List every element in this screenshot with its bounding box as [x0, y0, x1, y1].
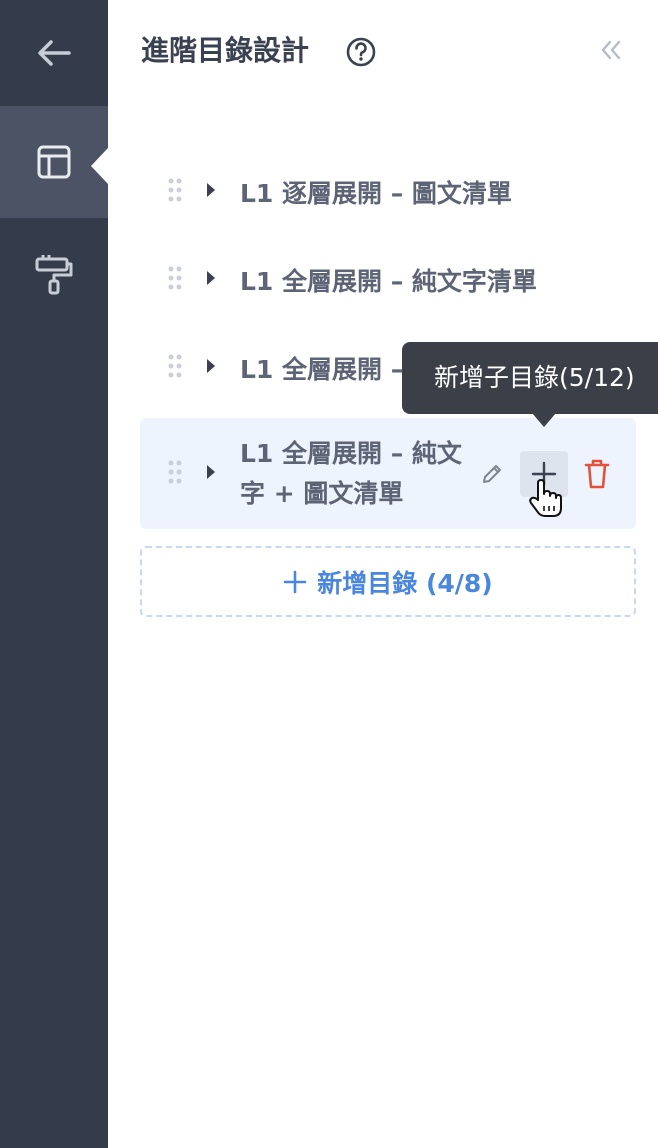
plus-icon [283, 570, 307, 594]
directory-item[interactable]: L1 全層展開 – 純文字清單 [140, 256, 636, 304]
directory-item[interactable]: L1 逐層展開 – 圖文清單 [140, 168, 636, 216]
pencil-icon[interactable] [480, 462, 504, 490]
question-circle-icon[interactable] [346, 37, 376, 71]
layout-icon [37, 145, 71, 179]
hand-cursor-icon [528, 478, 562, 522]
tooltip: 新增子目錄(5/12) [402, 342, 658, 414]
sidebar [0, 0, 108, 1148]
arrow-left-icon [38, 40, 71, 66]
back-button[interactable] [0, 0, 108, 106]
page-title: 進階目錄設計 [141, 34, 310, 67]
directory-label: L1 全層展開 – 純文字清單 [240, 267, 537, 296]
drag-handle-icon[interactable] [168, 354, 182, 382]
add-directory-button[interactable]: 新增目錄 (4/8) [140, 546, 636, 617]
caret-right-icon[interactable] [205, 358, 217, 378]
directory-panel: 進階目錄設計 L1 逐層展開 – 圖文清單 L1 全層展開 – 純文字清單 L1… [108, 0, 658, 1148]
trash-icon[interactable] [583, 458, 611, 494]
directory-label: L1 逐層展開 – 圖文清單 [240, 179, 512, 208]
directory-label: L1 全層展開 – 純文字 + 圖文清單 [240, 439, 462, 508]
paint-roller-icon [35, 255, 73, 295]
directory-item-active[interactable]: L1 全層展開 – 純文字 + 圖文清單 [140, 418, 636, 529]
caret-right-icon[interactable] [205, 182, 217, 202]
style-tab[interactable] [0, 218, 108, 330]
active-indicator [91, 148, 108, 184]
double-chevron-left-icon[interactable] [600, 38, 622, 66]
caret-right-icon[interactable] [205, 464, 217, 484]
caret-right-icon[interactable] [205, 270, 217, 290]
drag-handle-icon[interactable] [168, 178, 182, 206]
drag-handle-icon[interactable] [168, 266, 182, 294]
tooltip-arrow [532, 413, 556, 427]
drag-handle-icon[interactable] [168, 460, 182, 488]
add-directory-label: 新增目錄 (4/8) [317, 568, 493, 598]
